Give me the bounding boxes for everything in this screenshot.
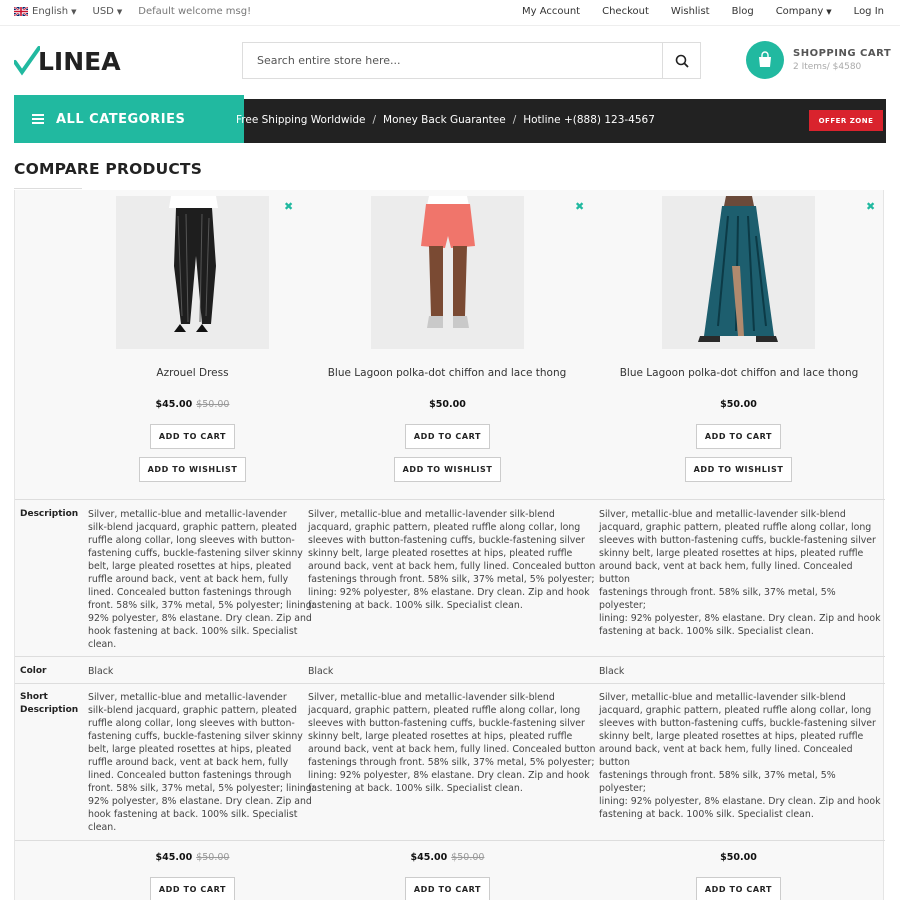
remove-product-1-icon[interactable]: ✖: [284, 200, 293, 213]
description-cell-2: Silver, metallic-blue and metallic-laven…: [308, 509, 596, 611]
remove-product-2-icon[interactable]: ✖: [575, 200, 584, 213]
description-label: Description: [20, 509, 79, 519]
logo[interactable]: LINEA: [14, 46, 121, 76]
row-divider: [15, 656, 885, 657]
menu-icon: [32, 112, 44, 126]
product-price: $45.00 $50.00: [116, 399, 269, 410]
color-label: Color: [20, 666, 47, 676]
all-categories-label: ALL CATEGORIES: [56, 111, 186, 127]
short-description-cell-1: Silver, metallic-blue and metallic-laven…: [88, 692, 315, 833]
chevron-down-icon: ▼: [826, 7, 832, 16]
add-to-cart-button[interactable]: ADD TO CART: [150, 424, 235, 449]
add-to-wishlist-button[interactable]: ADD TO WISHLIST: [394, 457, 501, 482]
add-to-cart-button[interactable]: ADD TO CART: [696, 877, 781, 900]
product-image-black-trousers[interactable]: [116, 196, 269, 349]
search-icon: [675, 54, 689, 68]
add-to-cart-button[interactable]: ADD TO CART: [405, 424, 490, 449]
product-image-coral-shorts[interactable]: [371, 196, 524, 349]
language-selector[interactable]: English ▼: [14, 6, 77, 17]
uk-flag-icon: [14, 7, 28, 16]
top-bar: English ▼ USD ▼ Default welcome msg! My …: [0, 0, 900, 26]
special-price: $50.00: [720, 852, 757, 863]
add-to-cart-button[interactable]: ADD TO CART: [405, 877, 490, 900]
old-price: $50.00: [196, 399, 230, 410]
short-description-label: Short Description: [20, 692, 79, 715]
add-to-wishlist-button[interactable]: ADD TO WISHLIST: [685, 457, 792, 482]
product-price: $50.00: [371, 399, 524, 410]
color-cell-2: Black: [308, 666, 334, 677]
welcome-message: Default welcome msg!: [138, 6, 252, 17]
currency-label: USD: [92, 6, 114, 17]
my-account-link[interactable]: My Account: [522, 6, 580, 17]
blog-link[interactable]: Blog: [732, 6, 754, 17]
free-shipping-text: Free Shipping Worldwide: [236, 114, 366, 126]
nav-separator: /: [372, 114, 377, 126]
chevron-down-icon: ▼: [116, 7, 123, 16]
row-divider: [15, 499, 885, 500]
special-price: $45.00: [410, 852, 448, 863]
company-menu[interactable]: Company ▼: [776, 6, 832, 17]
main-nav: ALL CATEGORIES Free Shipping Worldwide /…: [14, 95, 886, 143]
shopping-bag-icon: [746, 41, 784, 79]
bottom-price-2: $45.00 $50.00: [371, 852, 524, 863]
title-underline: [14, 188, 82, 189]
all-categories-button[interactable]: ALL CATEGORIES: [14, 95, 244, 143]
short-description-cell-3: Silver, metallic-blue and metallic-laven…: [599, 692, 881, 820]
chevron-down-icon: ▼: [71, 7, 77, 16]
login-link[interactable]: Log In: [854, 6, 884, 17]
company-label: Company: [775, 6, 824, 17]
cart-summary: 2 Items/ $4580: [793, 62, 862, 72]
special-price: $50.00: [429, 399, 466, 410]
search-button[interactable]: [662, 43, 700, 78]
remove-product-3-icon[interactable]: ✖: [866, 200, 875, 213]
description-cell-1: Silver, metallic-blue and metallic-laven…: [88, 509, 315, 650]
search-input[interactable]: [243, 43, 662, 78]
product-name[interactable]: Blue Lagoon polka-dot chiffon and lace t…: [297, 367, 597, 379]
short-description-cell-2: Silver, metallic-blue and metallic-laven…: [308, 692, 596, 794]
product-name[interactable]: Blue Lagoon polka-dot chiffon and lace t…: [589, 367, 889, 379]
wishlist-link[interactable]: Wishlist: [671, 6, 710, 17]
cart-title: SHOPPING CART: [793, 48, 892, 59]
search-bar: [242, 42, 701, 79]
checkmark-logo-icon: [14, 46, 40, 76]
currency-selector[interactable]: USD ▼: [93, 6, 123, 17]
add-to-cart-button[interactable]: ADD TO CART: [150, 877, 235, 900]
product-name[interactable]: Azrouel Dress: [116, 367, 269, 379]
logo-text: LINEA: [38, 46, 121, 76]
bottom-price-1: $45.00 $50.00: [116, 852, 269, 863]
shopping-cart[interactable]: SHOPPING CART 2 Items/ $4580: [746, 41, 891, 79]
compare-table: ✖ Azrouel Dress $45.00 $50.00 ADD TO CART…: [14, 190, 885, 900]
color-cell-1: Black: [88, 666, 114, 677]
language-label: English: [32, 6, 69, 17]
product-price: $50.00: [662, 399, 815, 410]
page-title: COMPARE PRODUCTS: [14, 160, 203, 178]
bottom-price-3: $50.00: [662, 852, 815, 863]
money-back-text: Money Back Guarantee: [383, 114, 506, 126]
add-to-cart-button[interactable]: ADD TO CART: [696, 424, 781, 449]
checkout-link[interactable]: Checkout: [602, 6, 649, 17]
row-divider: [15, 840, 885, 841]
offer-zone-button[interactable]: OFFER ZONE: [809, 110, 883, 131]
color-cell-3: Black: [599, 666, 625, 677]
special-price: $45.00: [155, 399, 193, 410]
product-image-teal-skirt[interactable]: [662, 196, 815, 349]
row-divider: [15, 683, 885, 684]
special-price: $50.00: [720, 399, 757, 410]
add-to-wishlist-button[interactable]: ADD TO WISHLIST: [139, 457, 246, 482]
old-price: $50.00: [451, 852, 485, 863]
hotline-text: Hotline +(888) 123-4567: [523, 114, 655, 126]
description-cell-3: Silver, metallic-blue and metallic-laven…: [599, 509, 881, 637]
old-price: $50.00: [196, 852, 230, 863]
special-price: $45.00: [155, 852, 193, 863]
nav-separator: /: [512, 114, 517, 126]
